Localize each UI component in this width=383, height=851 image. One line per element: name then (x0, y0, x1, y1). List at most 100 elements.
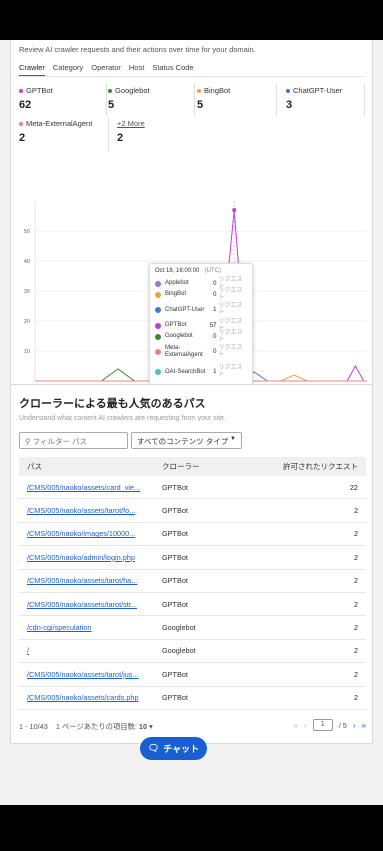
chart-tooltip: Oct 18, 16:00:00 · (UTC) Applebot 0 リクエスト B… (149, 263, 253, 388)
path-link[interactable]: /CMS/005/naoko/assets/cards.php (27, 693, 162, 702)
crawler-cell: GPTBot (162, 552, 188, 562)
tooltip-series-value: 57 (209, 322, 217, 329)
requests-cell: 2 (353, 576, 358, 586)
y-tick-label: 40 (24, 259, 30, 265)
stat-more[interactable]: +2 More 2 (117, 119, 145, 144)
tooltip-row: Googlebot 0 リクエスト (155, 329, 247, 343)
section-title: クローラーによる最も人気のあるパス (19, 398, 206, 410)
requests-cell: 2 (353, 599, 358, 609)
prev-page-icon[interactable]: ‹ (304, 721, 307, 730)
tooltip-series-unit: リクエスト (218, 329, 243, 343)
table-row: / Googlebot 2 (19, 640, 366, 664)
tooltip-series-unit: リクエスト (218, 303, 243, 316)
stat-bingbot: BingBot 5 (197, 86, 230, 111)
stat-gptbot: GPTBot 62 (19, 86, 53, 111)
pagination-controls: « ‹ 1 / 5 › » (294, 719, 366, 731)
path-link[interactable]: /cdn-cgi/speculation (27, 623, 162, 632)
path-link[interactable]: /CMS/005/naoko/admin/login.php (27, 553, 162, 562)
table-row: /CMS/005/naoko/assets/tarot/str... GPTBot… (19, 593, 366, 617)
chevron-down-icon: ▾ (149, 722, 153, 731)
tooltip-row: BingBot 0 リクエスト (155, 288, 247, 301)
path-link[interactable]: /CMS/005/naoko/images/10000... (27, 529, 162, 538)
bingbot-dot-icon (197, 89, 201, 94)
table-row: /cdn-cgi/speculation Googlebot 2 (19, 616, 366, 640)
section-description: Understand what content AI crawlers are … (19, 415, 226, 422)
tooltip-series-name: Meta-ExternalAgent (165, 345, 203, 358)
total-pages: / 5 (338, 720, 347, 730)
path-link[interactable]: /CMS/005/naoko/assets/tarot/fo... (27, 506, 162, 515)
stat-value: 5 (197, 99, 204, 111)
path-link[interactable]: /CMS/005/naoko/assets/tarot/str... (27, 600, 162, 609)
table-row: /CMS/005/naoko/assets/card_vie... GPTBot 2… (19, 476, 366, 500)
per-page-label: 1 ページあたりの項目数: (55, 722, 137, 731)
googlebot-dot-icon (108, 89, 112, 94)
table-header: パス クローラー 許可されたリクエスト (19, 457, 366, 476)
tab-host[interactable]: Host (129, 63, 144, 76)
tooltip-series-value: 1 (213, 307, 217, 313)
tooltip-series-value: 1 (213, 369, 217, 375)
chat-label: チャット (163, 744, 200, 754)
series-dot-icon (155, 333, 161, 340)
chat-bubble-icon: 🗨 (147, 743, 160, 753)
tab-crawler[interactable]: Crawler (19, 63, 45, 76)
first-page-icon[interactable]: « (294, 721, 298, 730)
tooltip-series-value: 0 (213, 333, 217, 340)
chevron-down-icon: ▼ (230, 436, 236, 442)
more-crawlers-link[interactable]: +2 More (117, 119, 145, 128)
series-dot-icon (155, 322, 161, 329)
stat-divider (364, 84, 365, 116)
column-crawler[interactable]: クローラー (162, 461, 252, 472)
content-type-select[interactable]: すべてのコンテンツ タイプ ▼ (131, 432, 242, 449)
tooltip-series-name: ChatGPT-User (165, 306, 205, 313)
table-row: /CMS/005/naoko/assets/tarot/ha... GPTBot 2 (19, 570, 366, 593)
search-icon: ⚲ (25, 437, 31, 446)
filter-path-input[interactable]: ⚲ フィルター パス (19, 432, 128, 449)
path-link[interactable]: /CMS/005/naoko/assets/tarot/ha... (27, 576, 162, 585)
app-screen: Review AI crawler requests and their act… (0, 40, 383, 805)
requests-cell: 2 (353, 506, 358, 516)
next-page-icon[interactable]: › (353, 721, 356, 730)
tab-category[interactable]: Category (53, 63, 83, 76)
filter-placeholder: フィルター パス (32, 437, 88, 446)
column-path[interactable]: パス (27, 461, 162, 472)
path-link[interactable]: / (27, 646, 162, 655)
requests-cell: 2 (353, 623, 358, 633)
table-body: /CMS/005/naoko/assets/card_vie... GPTBot 2… (19, 476, 366, 710)
stat-label: ChatGPT-User (293, 86, 343, 95)
hover-point (232, 208, 237, 212)
last-page-icon[interactable]: » (362, 721, 366, 730)
crawler-cell: GPTBot (162, 576, 188, 586)
requests-cell: 2 (353, 529, 358, 539)
crawler-cell: Googlebot (162, 623, 196, 633)
tab-operator[interactable]: Operator (91, 63, 121, 76)
stat-label: Meta-ExternalAgent (26, 119, 93, 128)
tooltip-series-value: 0 (213, 280, 217, 287)
stat-label: BingBot (204, 86, 231, 95)
tooltip-row: Meta-ExternalAgent 0 リクエスト (155, 342, 247, 362)
tooltip-series-unit: リクエスト (218, 345, 243, 358)
stat-googlebot: Googlebot 5 (108, 86, 150, 111)
tooltip-time: Oct 18, 16:00:00 (155, 268, 200, 274)
tooltip-series-unit: リクエスト (218, 365, 243, 378)
page-input[interactable]: 1 (312, 719, 333, 731)
per-page-select[interactable]: 10 (139, 722, 147, 731)
series-dot-icon (155, 349, 161, 355)
popular-paths-card: クローラーによる最も人気のあるパス Understand what conten… (10, 384, 373, 744)
stat-value: 2 (117, 132, 124, 144)
requests-cell: 2 (353, 693, 358, 703)
chatgpt-user-dot-icon (286, 89, 290, 94)
tab-status-code[interactable]: Status Code (152, 63, 193, 76)
path-link[interactable]: /CMS/005/naoko/assets/card_vie... (27, 483, 162, 492)
path-link[interactable]: /CMS/005/naoko/assets/tarot/jus... (27, 670, 162, 679)
chat-button[interactable]: 🗨 チャット (140, 737, 207, 760)
tooltip-rows: Applebot 0 リクエスト BingBot 0 リクエスト ChatGPT-User 1… (155, 277, 247, 382)
requests-cell: 2 (353, 669, 358, 679)
column-allowed-requests[interactable]: 許可されたリクエスト (252, 461, 358, 472)
crawler-cell: GPTBot (162, 482, 188, 492)
stat-divider (276, 84, 277, 116)
crawler-cell: GPTBot (162, 599, 188, 609)
navigation-bar (0, 805, 383, 851)
crawler-activity-card: Review AI crawler requests and their act… (10, 40, 373, 414)
range-text: 1 - 10/43 (19, 722, 48, 731)
status-bar (0, 0, 383, 40)
